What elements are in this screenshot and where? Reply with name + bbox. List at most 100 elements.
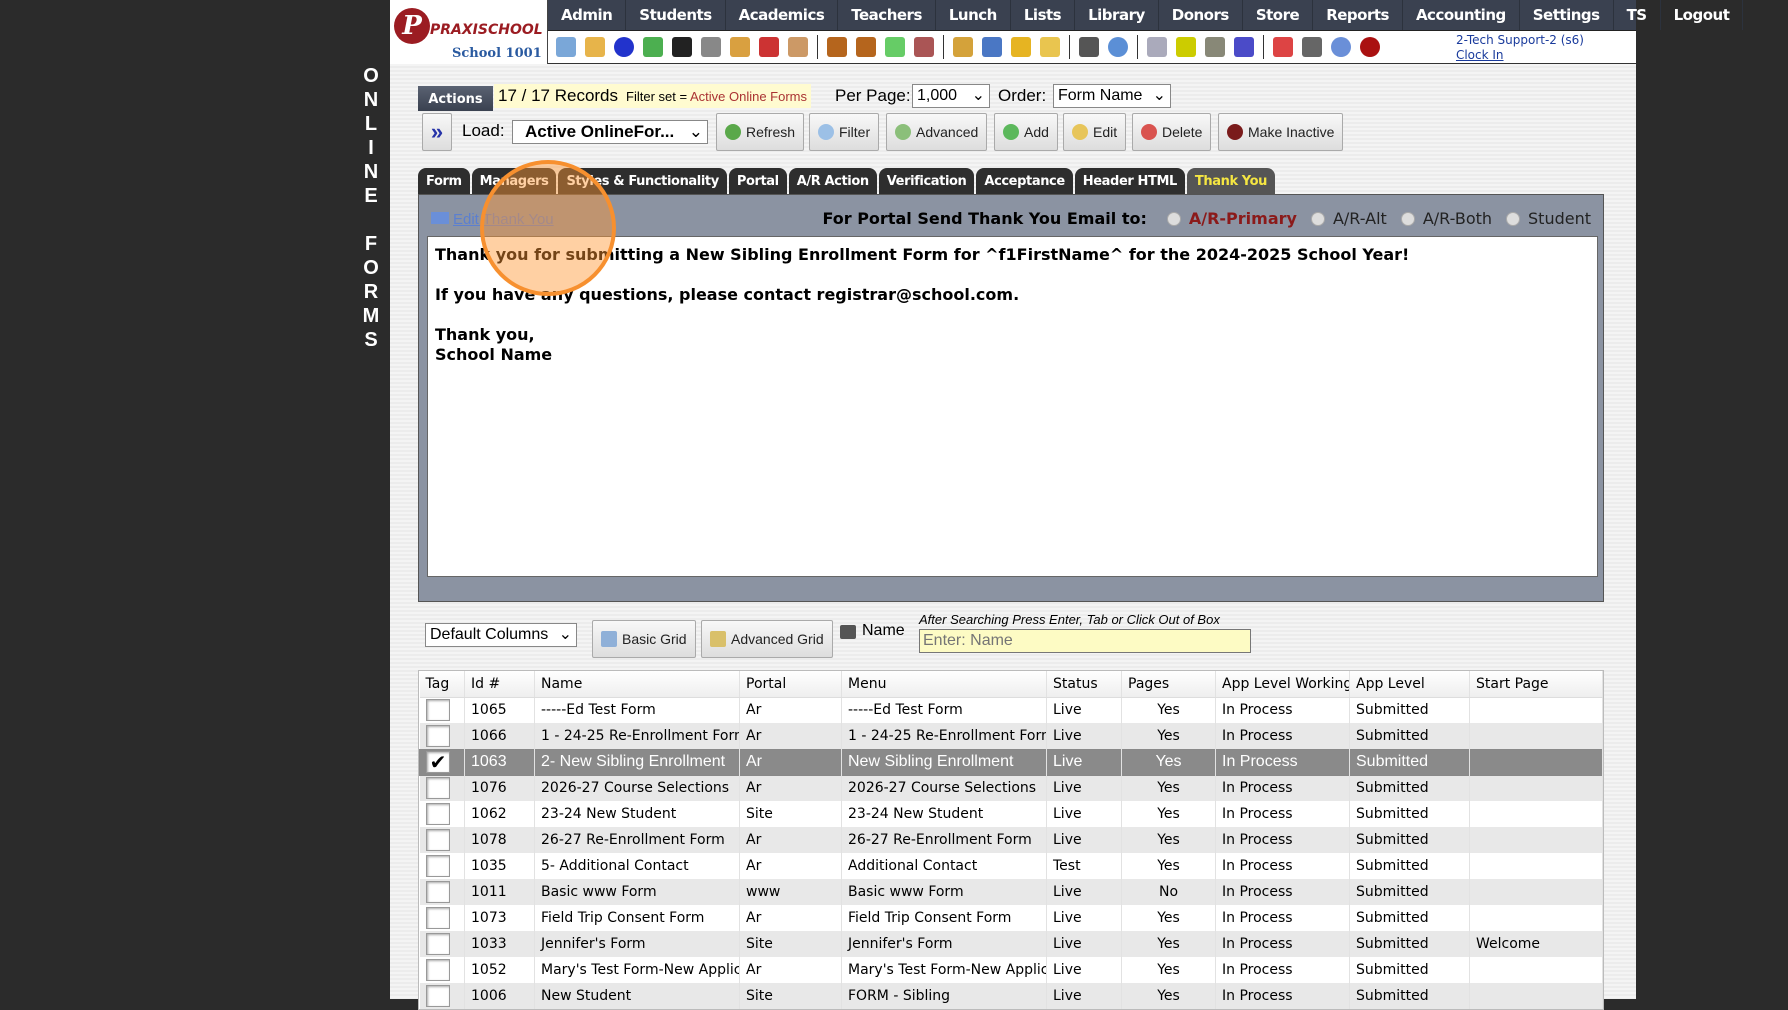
at-email-icon[interactable]: [614, 37, 634, 57]
edit-thank-you-link[interactable]: Edit Thank You: [431, 211, 554, 228]
tag-checkbox[interactable]: [425, 699, 450, 722]
add-teacher-icon[interactable]: [827, 37, 847, 57]
clock-in-link[interactable]: Clock In: [1456, 48, 1584, 63]
bell-icon[interactable]: [1011, 37, 1031, 57]
column-header-pages[interactable]: Pages: [1121, 671, 1216, 698]
thank-you-editor[interactable]: Thank you for submitting a New Sibling E…: [427, 236, 1598, 577]
nav-lunch[interactable]: Lunch: [936, 0, 1011, 30]
tag-checkbox[interactable]: [425, 855, 450, 877]
tab-a-r-action[interactable]: A/R Action: [788, 168, 877, 194]
refresh-button[interactable]: Refresh: [716, 113, 805, 151]
column-header-menu[interactable]: Menu: [841, 671, 1047, 698]
tab-acceptance[interactable]: Acceptance: [976, 168, 1073, 194]
tag-checkbox[interactable]: [425, 829, 450, 851]
table-row[interactable]: 1073 Field Trip Consent Form Ar Field Trip …: [419, 905, 1603, 931]
advanced-grid-button[interactable]: Advanced Grid: [701, 620, 833, 658]
help-icon[interactable]: [1331, 37, 1351, 57]
tab-managers[interactable]: Managers: [471, 168, 557, 194]
table-row[interactable]: ✔ 1063 2- New Sibling Enrollment Ar New Sibl…: [419, 749, 1603, 775]
table-row[interactable]: 1035 5- Additional Contact Ar Additional Co…: [419, 853, 1603, 879]
praxischool-logo[interactable]: P PRAXISCHOOL School 1001: [390, 0, 548, 64]
table-row[interactable]: 1062 23-24 New Student Site 23-24 New Stude…: [419, 801, 1603, 827]
delete-button[interactable]: Delete: [1132, 113, 1212, 151]
column-header-tag[interactable]: Tag: [419, 671, 465, 698]
column-header-name[interactable]: Name: [534, 671, 740, 698]
table-row[interactable]: 1006 New Student Site FORM - Sibling Live Yes…: [419, 983, 1603, 1009]
table-row[interactable]: 1052 Mary's Test Form-New Applic... Ar Mary…: [419, 957, 1603, 983]
nav-academics[interactable]: Academics: [726, 0, 839, 30]
column-header-start-page[interactable]: Start Page: [1469, 671, 1603, 698]
table-row[interactable]: 1076 2026-27 Course Selections Ar 2026-27 C…: [419, 775, 1603, 801]
note-arrow-icon[interactable]: [1040, 37, 1060, 57]
table-row[interactable]: 1078 26-27 Re-Enrollment Form Ar 26-27 Re-E…: [419, 827, 1603, 853]
tag-checkbox[interactable]: [425, 881, 450, 903]
phone-icon[interactable]: [672, 37, 692, 57]
nav-lists[interactable]: Lists: [1011, 0, 1076, 30]
parents-icon[interactable]: [914, 37, 934, 57]
money-icon[interactable]: [885, 37, 905, 57]
nav-reports[interactable]: Reports: [1313, 0, 1403, 30]
tab-thank-you[interactable]: Thank You: [1186, 168, 1276, 194]
column-header-status[interactable]: Status: [1046, 671, 1122, 698]
nav-accounting[interactable]: Accounting: [1403, 0, 1520, 30]
tab-verification[interactable]: Verification: [878, 168, 975, 194]
table-row[interactable]: 1066 1 - 24-25 Re-Enrollment Form Ar 1 - 24…: [419, 723, 1603, 749]
chat-icon[interactable]: [643, 37, 663, 57]
expand-button[interactable]: »: [422, 113, 452, 151]
nav-students[interactable]: Students: [626, 0, 726, 30]
teacher-icon[interactable]: [856, 37, 876, 57]
book-icon[interactable]: [982, 37, 1002, 57]
spreadsheet-icon[interactable]: [1147, 37, 1167, 57]
make-inactive-button[interactable]: Make Inactive: [1218, 113, 1344, 151]
tab-portal[interactable]: Portal: [728, 168, 787, 194]
load-select[interactable]: Active OnlineFor... ⌄: [512, 120, 708, 144]
tab-styles-functionality[interactable]: Styles & Functionality: [558, 168, 727, 194]
search-icon[interactable]: [556, 37, 576, 57]
column-header-app-level-working[interactable]: App Level Working: [1215, 671, 1350, 698]
clock-icon[interactable]: [1108, 37, 1128, 57]
tag-checkbox[interactable]: ✔: [426, 751, 450, 773]
edit-button[interactable]: Edit: [1063, 113, 1127, 151]
staff-icon[interactable]: [1079, 37, 1099, 57]
columns-select[interactable]: Default Columns ⌄: [425, 623, 577, 647]
tag-checkbox[interactable]: [425, 803, 450, 825]
column-header-portal[interactable]: Portal: [739, 671, 842, 698]
tab-form[interactable]: Form: [418, 168, 470, 194]
per-page-select[interactable]: 1,000 ⌄: [912, 84, 990, 108]
radio-a-r-both[interactable]: A/R-Both: [1400, 209, 1492, 228]
add-button[interactable]: Add: [994, 113, 1058, 151]
tag-checkbox[interactable]: [425, 959, 450, 981]
table-row[interactable]: 1033 Jennifer's Form Site Jennifer's Form Li…: [419, 931, 1603, 957]
column-header-id[interactable]: Id #: [464, 671, 535, 698]
nav-admin[interactable]: Admin: [548, 0, 627, 30]
calendar-grid-icon[interactable]: [585, 37, 605, 57]
nav-settings[interactable]: Settings: [1520, 0, 1614, 30]
basic-grid-button[interactable]: Basic Grid: [592, 620, 696, 658]
alert-icon[interactable]: [1360, 37, 1380, 57]
advanced-button[interactable]: Advanced: [886, 113, 988, 151]
nav-store[interactable]: Store: [1243, 0, 1314, 30]
printer-check-icon[interactable]: [1205, 37, 1225, 57]
filter-button[interactable]: Filter: [809, 113, 880, 151]
schedule-icon[interactable]: [730, 37, 750, 57]
cash-register-icon[interactable]: [1302, 37, 1322, 57]
radio-student[interactable]: Student: [1506, 209, 1591, 228]
lunch-icon[interactable]: [953, 37, 973, 57]
order-select[interactable]: Form Name ⌄: [1053, 84, 1171, 108]
calendar-icon[interactable]: [759, 37, 779, 57]
table-row[interactable]: 1065 -----Ed Test Form Ar -----Ed Test Form…: [419, 697, 1603, 723]
nav-library[interactable]: Library: [1075, 0, 1159, 30]
check-icon[interactable]: [1176, 37, 1196, 57]
pdf-icon[interactable]: [1273, 37, 1293, 57]
nav-logout[interactable]: Logout: [1661, 0, 1744, 30]
tag-checkbox[interactable]: [425, 933, 450, 955]
tag-checkbox[interactable]: [425, 724, 450, 747]
tab-header-html[interactable]: Header HTML: [1074, 168, 1185, 194]
nav-teachers[interactable]: Teachers: [838, 0, 936, 30]
radio-a-r-alt[interactable]: A/R-Alt: [1310, 209, 1387, 228]
nav-donors[interactable]: Donors: [1159, 0, 1243, 30]
table-row[interactable]: 1011 Basic www Form www Basic www Form Live N…: [419, 879, 1603, 905]
tag-checkbox[interactable]: [425, 907, 450, 929]
nav-ts[interactable]: TS: [1614, 0, 1661, 30]
name-search-input[interactable]: [919, 629, 1251, 653]
